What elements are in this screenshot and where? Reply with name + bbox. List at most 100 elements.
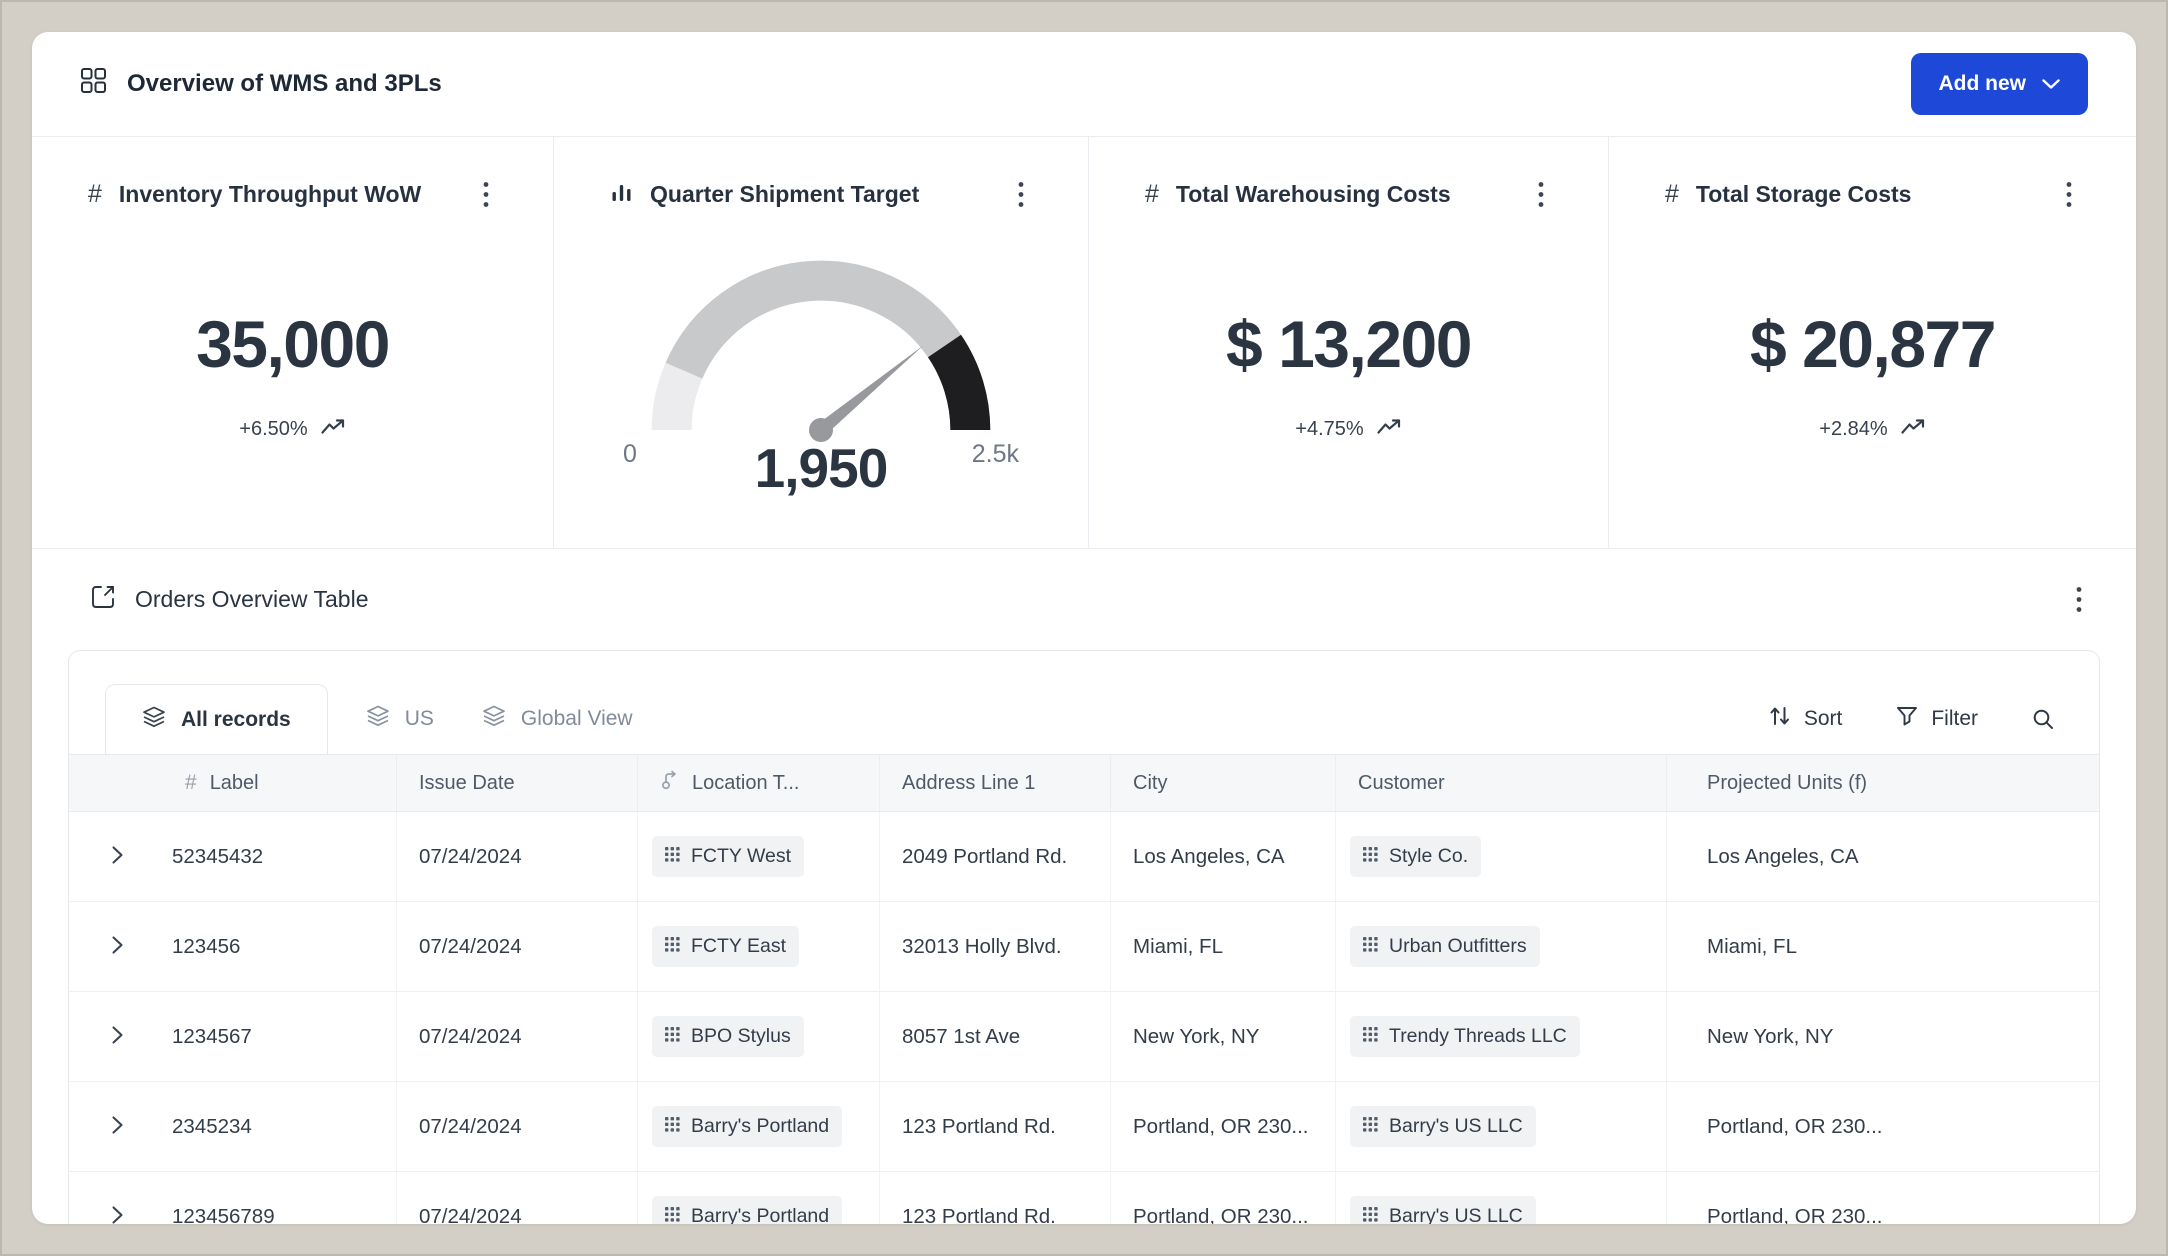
address-value: 8057 1st Ave — [902, 1025, 1020, 1049]
customer-chip[interactable]: Barry's US LLC — [1350, 1106, 1536, 1147]
cell-label: 2345234 — [69, 1082, 397, 1171]
location-chip[interactable]: FCTY East — [652, 926, 799, 967]
app-header: Overview of WMS and 3PLs Add new — [32, 32, 2136, 137]
grid-dots-icon — [1363, 1025, 1378, 1048]
kebab-menu-icon[interactable] — [2058, 175, 2080, 214]
kpi-title: Total Storage Costs — [1696, 181, 1912, 208]
row-expand-button[interactable] — [103, 1107, 132, 1146]
cell-projected-units: Los Angeles, CA — [1667, 812, 2099, 901]
city-value: New York, NY — [1133, 1025, 1259, 1049]
customer-chip[interactable]: Barry's US LLC — [1350, 1196, 1536, 1224]
cell-address: 8057 1st Ave — [880, 992, 1111, 1081]
projected-units-value: Los Angeles, CA — [1707, 845, 1859, 869]
search-icon[interactable] — [2032, 708, 2055, 731]
gauge-chart: 0 1,950 2.5k — [610, 230, 1032, 506]
kebab-menu-icon[interactable] — [475, 175, 497, 214]
customer-chip[interactable]: Style Co. — [1350, 836, 1481, 877]
column-header-address[interactable]: Address Line 1 — [880, 755, 1111, 811]
label-value: 2345234 — [172, 1115, 252, 1139]
column-header-projected-units[interactable]: Projected Units (f) — [1667, 755, 2099, 811]
table-row: 123456789 07/24/2024 Barry's Portland 12… — [69, 1172, 2099, 1224]
kpi-value: 35,000 — [88, 306, 497, 382]
chevron-right-icon — [111, 935, 124, 958]
row-expand-button[interactable] — [103, 927, 132, 966]
table-header-row: # Label Issue Date Location T... Address… — [69, 755, 2099, 812]
cell-location: BPO Stylus — [638, 992, 880, 1081]
orders-section-header: Orders Overview Table — [32, 549, 2136, 650]
tab-global-view[interactable]: Global View — [472, 684, 643, 754]
cell-address: 123 Portland Rd. — [880, 1172, 1111, 1224]
column-label: Label — [210, 772, 259, 795]
kpi-card-warehousing-costs: # Total Warehousing Costs $ 13,200 +4.75… — [1088, 137, 1608, 548]
cell-issue-date: 07/24/2024 — [397, 812, 638, 901]
gauge-needle — [817, 345, 924, 435]
kpi-card-quarter-shipment-target: Quarter Shipment Target 0 — [553, 137, 1088, 548]
cell-issue-date: 07/24/2024 — [397, 992, 638, 1081]
column-header-issue-date[interactable]: Issue Date — [397, 755, 638, 811]
location-value: BPO Stylus — [691, 1025, 791, 1048]
row-expand-button[interactable] — [103, 1197, 132, 1224]
layers-icon — [366, 705, 390, 733]
kebab-menu-icon[interactable] — [2068, 580, 2090, 619]
location-chip[interactable]: Barry's Portland — [652, 1106, 842, 1147]
sort-button[interactable]: Sort — [1769, 705, 1843, 733]
hash-icon: # — [1145, 180, 1159, 209]
tab-us[interactable]: US — [356, 684, 444, 754]
kebab-menu-icon[interactable] — [1530, 175, 1552, 214]
cell-address: 2049 Portland Rd. — [880, 812, 1111, 901]
chevron-down-icon — [2042, 72, 2060, 96]
add-new-button[interactable]: Add new — [1911, 53, 2089, 115]
projected-units-value: New York, NY — [1707, 1025, 1833, 1049]
projected-units-value: Miami, FL — [1707, 935, 1797, 959]
column-header-city[interactable]: City — [1111, 755, 1336, 811]
cell-customer: Urban Outfitters — [1336, 902, 1667, 991]
cell-label: 123456789 — [69, 1172, 397, 1224]
city-value: Portland, OR 230... — [1133, 1115, 1308, 1139]
cell-location: Barry's Portland — [638, 1172, 880, 1224]
grid-dots-icon — [665, 935, 680, 958]
cell-customer: Barry's US LLC — [1336, 1172, 1667, 1224]
tab-label: All records — [181, 708, 291, 732]
cell-projected-units: New York, NY — [1667, 992, 2099, 1081]
customer-value: Barry's US LLC — [1389, 1205, 1523, 1224]
tab-all-records[interactable]: All records — [105, 684, 328, 754]
customer-value: Style Co. — [1389, 845, 1468, 868]
tab-label: US — [405, 707, 434, 731]
orders-table-widget: All records US Glo — [68, 650, 2100, 1224]
location-chip[interactable]: BPO Stylus — [652, 1016, 804, 1057]
grid-dots-icon — [665, 845, 680, 868]
column-header-customer[interactable]: Customer — [1336, 755, 1667, 811]
view-tabs: All records US Glo — [69, 651, 2099, 755]
grid-dots-icon — [665, 1115, 680, 1138]
row-expand-button[interactable] — [103, 1017, 132, 1056]
layers-icon — [142, 706, 166, 734]
table-row: 123456 07/24/2024 FCTY East 32013 Holly … — [69, 902, 2099, 992]
filter-button[interactable]: Filter — [1896, 706, 1978, 733]
cell-city: Portland, OR 230... — [1111, 1082, 1336, 1171]
kpi-delta: +2.84% — [1665, 418, 2080, 441]
location-chip[interactable]: FCTY West — [652, 836, 804, 877]
customer-chip[interactable]: Trendy Threads LLC — [1350, 1016, 1580, 1057]
label-value: 123456 — [172, 935, 240, 959]
kebab-menu-icon[interactable] — [1010, 175, 1032, 214]
row-expand-button[interactable] — [103, 837, 132, 876]
grid-dots-icon — [665, 1025, 680, 1048]
column-header-label[interactable]: # Label — [69, 755, 397, 811]
column-header-location-type[interactable]: Location T... — [638, 755, 880, 811]
trend-up-icon — [321, 418, 346, 441]
location-value: FCTY East — [691, 935, 786, 958]
bar-chart-icon — [610, 181, 633, 209]
location-value: FCTY West — [691, 845, 791, 868]
table-body: 52345432 07/24/2024 FCTY West 2049 Portl… — [69, 812, 2099, 1224]
cell-location: FCTY West — [638, 812, 880, 901]
customer-chip[interactable]: Urban Outfitters — [1350, 926, 1540, 967]
desktop-background: Overview of WMS and 3PLs Add new # Inven… — [0, 0, 2168, 1256]
orders-section-title-group: Orders Overview Table — [90, 584, 369, 616]
cell-city: Portland, OR 230... — [1111, 1172, 1336, 1224]
location-chip[interactable]: Barry's Portland — [652, 1196, 842, 1224]
page-title: Overview of WMS and 3PLs — [127, 70, 442, 98]
grid-dots-icon — [665, 1205, 680, 1224]
grid-dots-icon — [1363, 935, 1378, 958]
table-row: 52345432 07/24/2024 FCTY West 2049 Portl… — [69, 812, 2099, 902]
label-value: 123456789 — [172, 1205, 275, 1225]
